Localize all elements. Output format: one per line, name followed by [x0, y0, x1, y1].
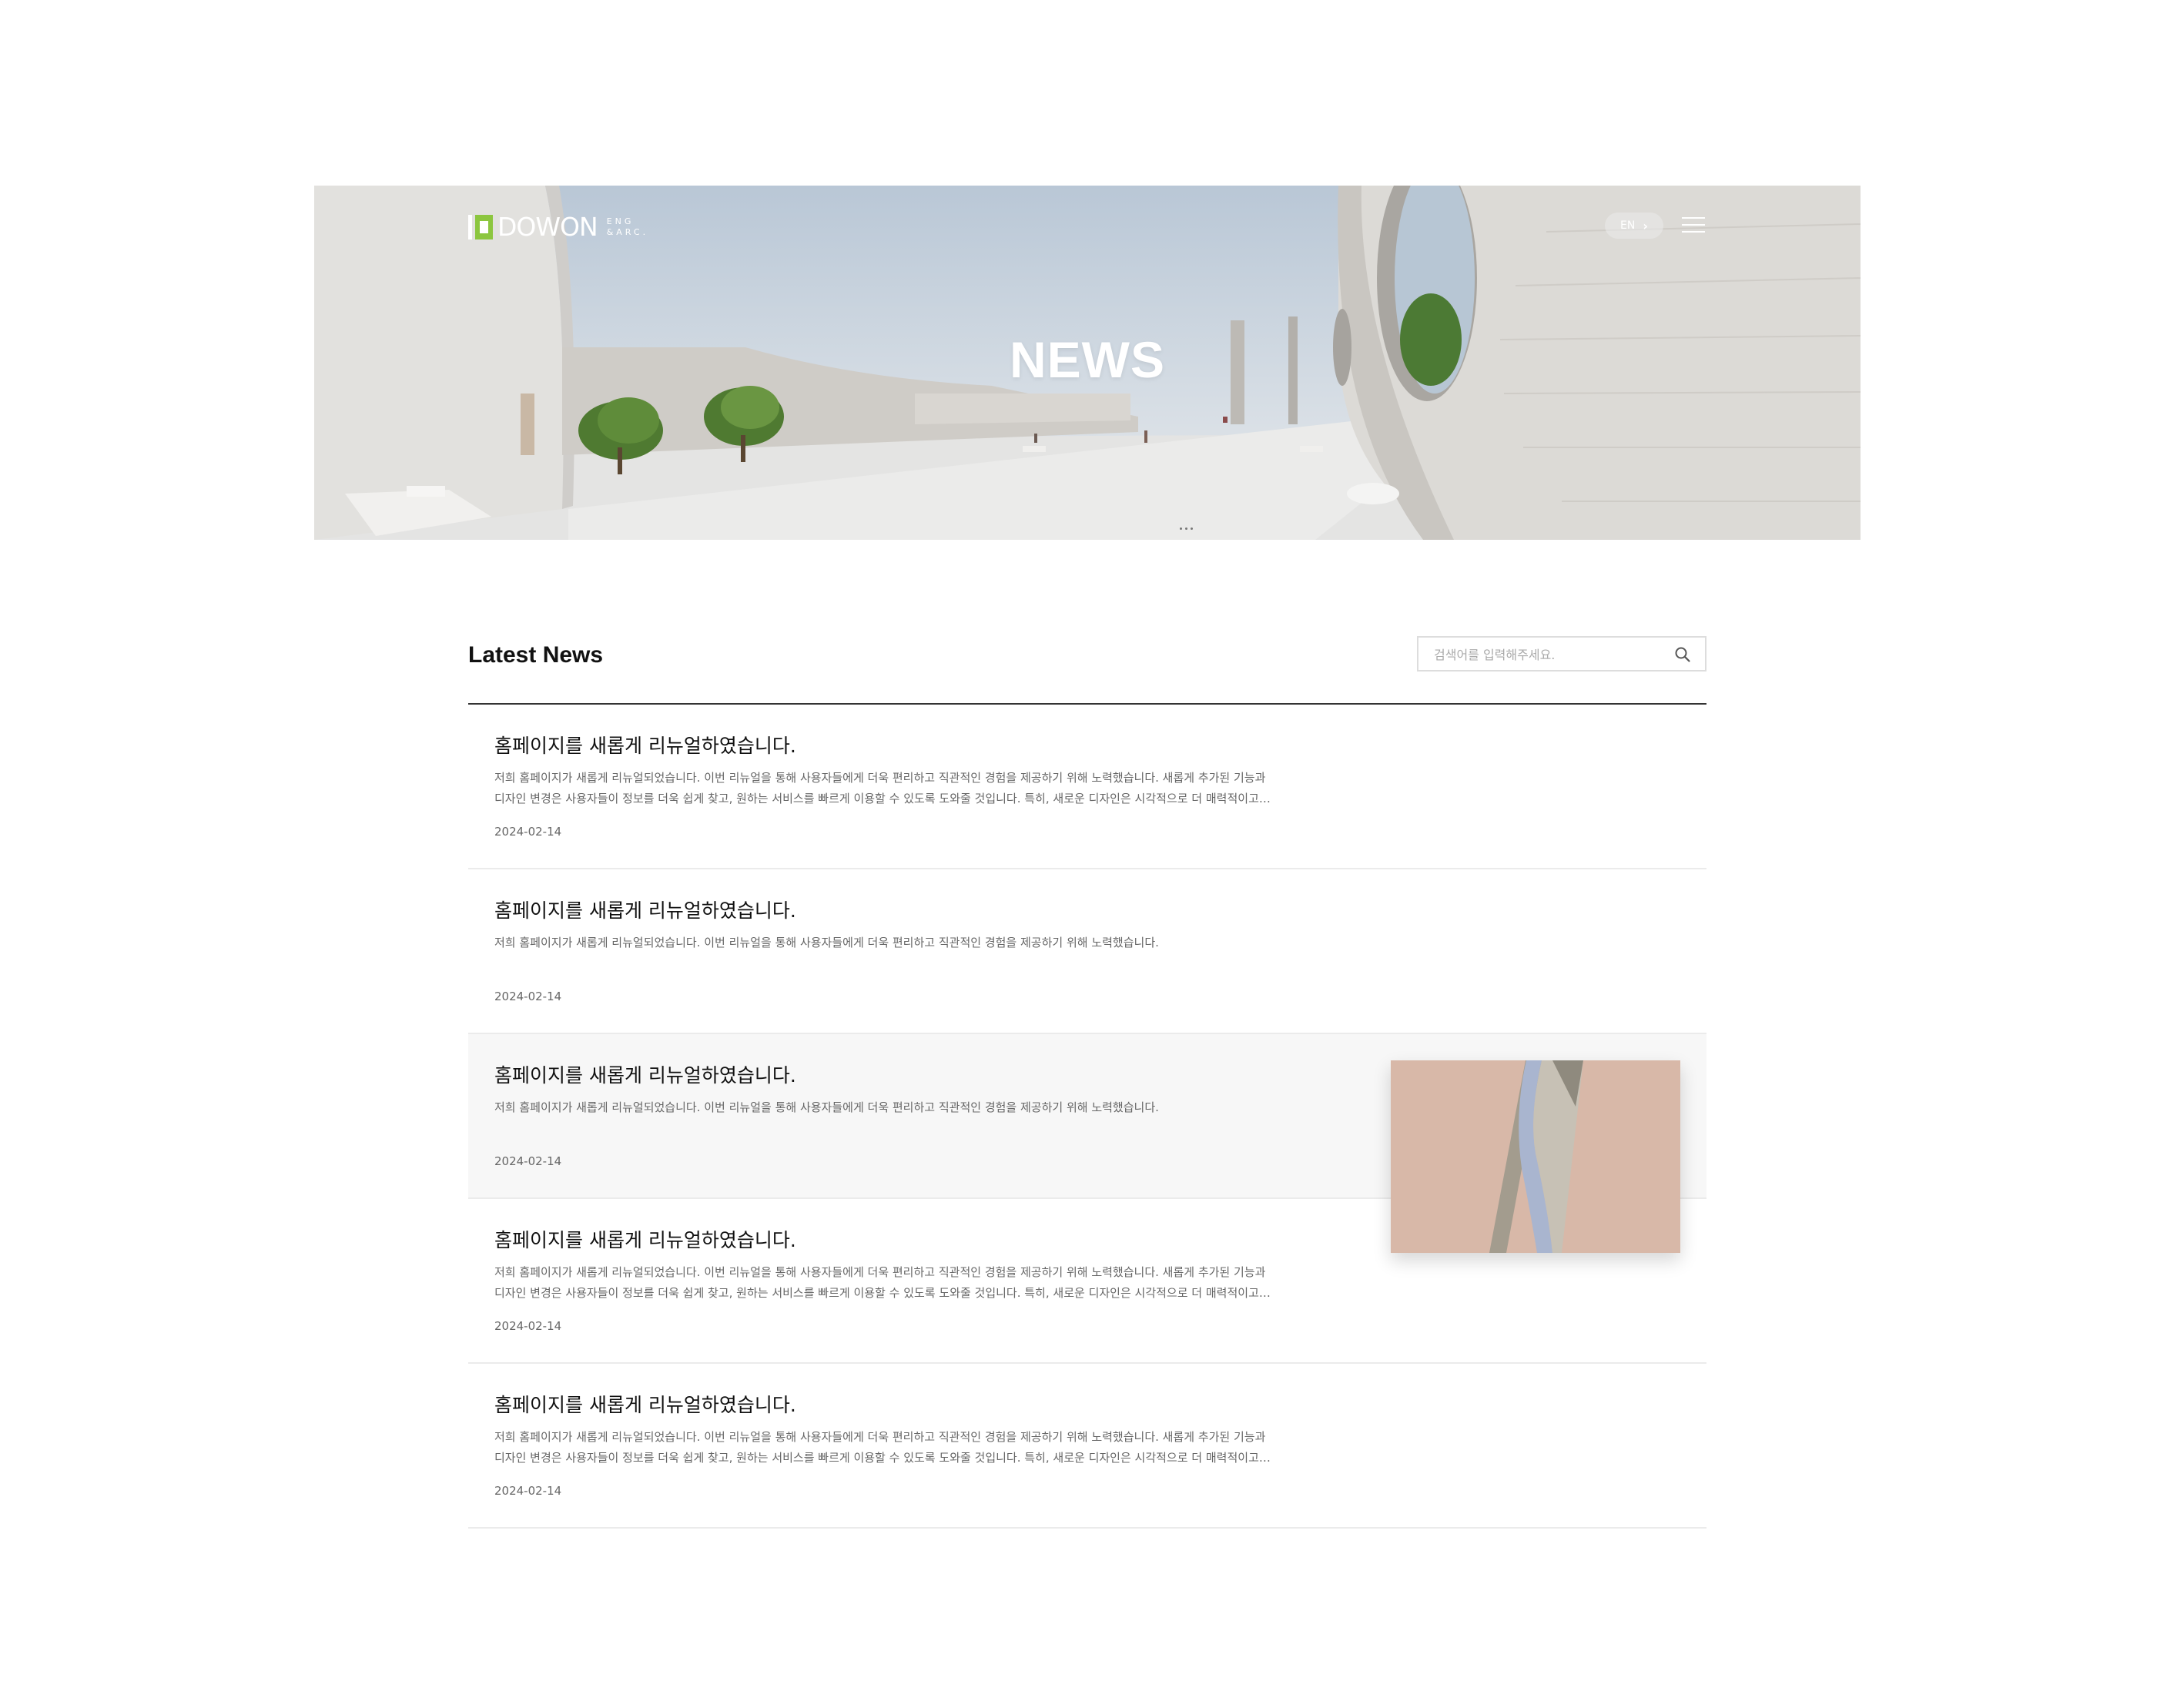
news-item[interactable]: 홈페이지를 새롭게 리뉴얼하였습니다. 저희 홈페이지가 새롭게 리뉴얼되었습니…	[468, 869, 1706, 1034]
news-date: 2024-02-14	[494, 825, 562, 839]
carousel-dots	[1180, 527, 1193, 530]
logo-text: DOWON	[497, 212, 598, 242]
language-switch-button[interactable]: EN ›	[1605, 213, 1663, 239]
carousel-dot[interactable]	[1185, 527, 1187, 530]
news-excerpt-line: 저희 홈페이지가 새롭게 리뉴얼되었습니다. 이번 리뉴얼을 통해 사용자들에게…	[494, 936, 1159, 949]
news-excerpt-line: 저희 홈페이지가 새롭게 리뉴얼되었습니다. 이번 리뉴얼을 통해 사용자들에게…	[494, 1265, 1266, 1279]
hamburger-menu-icon[interactable]	[1682, 217, 1705, 234]
chevron-right-icon: ›	[1643, 218, 1648, 233]
news-excerpt: 저희 홈페이지가 새롭게 리뉴얼되었습니다. 이번 리뉴얼을 통해 사용자들에게…	[494, 933, 1272, 953]
news-title[interactable]: 홈페이지를 새롭게 리뉴얼하였습니다.	[494, 1225, 796, 1253]
news-item[interactable]: 홈페이지를 새롭게 리뉴얼하였습니다. 저희 홈페이지가 새롭게 리뉴얼되었습니…	[468, 1364, 1706, 1529]
logo-subtext: ENG &ARC.	[607, 216, 648, 238]
search-box	[1417, 636, 1706, 671]
carousel-dot[interactable]	[1180, 527, 1182, 530]
news-title[interactable]: 홈페이지를 새롭게 리뉴얼하였습니다.	[494, 896, 796, 923]
news-date: 2024-02-14	[494, 1319, 562, 1333]
architecture-photo	[1391, 1060, 1680, 1253]
news-title[interactable]: 홈페이지를 새롭게 리뉴얼하였습니다.	[494, 1060, 796, 1088]
logo-subtext-line1: ENG	[606, 216, 635, 226]
news-date: 2024-02-14	[494, 1154, 562, 1168]
logo-mark-icon	[468, 214, 493, 239]
news-date: 2024-02-14	[494, 1484, 562, 1498]
language-label: EN	[1620, 219, 1636, 232]
news-excerpt: 저희 홈페이지가 새롭게 리뉴얼되었습니다. 이번 리뉴얼을 통해 사용자들에게…	[494, 1262, 1272, 1304]
news-excerpt-line: 디자인 변경은 사용자들이 정보를 더욱 쉽게 찾고, 원하는 서비스를 빠르게…	[494, 1451, 1272, 1465]
news-excerpt-line: 저희 홈페이지가 새롭게 리뉴얼되었습니다. 이번 리뉴얼을 통해 사용자들에게…	[494, 1100, 1159, 1114]
news-date: 2024-02-14	[494, 990, 562, 1003]
page-title: NEWS	[1010, 331, 1165, 388]
news-item[interactable]: 홈페이지를 새롭게 리뉴얼하였습니다. 저희 홈페이지가 새롭게 리뉴얼되었습니…	[468, 705, 1706, 869]
section-title: Latest News	[468, 642, 604, 668]
news-thumbnail-image	[1391, 1060, 1680, 1253]
news-title[interactable]: 홈페이지를 새롭게 리뉴얼하였습니다.	[494, 731, 796, 759]
carousel-dot[interactable]	[1191, 527, 1193, 530]
logo-subtext-line2: &ARC.	[606, 226, 649, 237]
news-excerpt: 저희 홈페이지가 새롭게 리뉴얼되었습니다. 이번 리뉴얼을 통해 사용자들에게…	[494, 768, 1272, 809]
hero-banner: DOWON ENG &ARC. EN › NEWS	[314, 186, 1861, 540]
search-icon[interactable]	[1674, 646, 1691, 663]
news-excerpt: 저희 홈페이지가 새롭게 리뉴얼되었습니다. 이번 리뉴얼을 통해 사용자들에게…	[494, 1427, 1272, 1469]
news-title[interactable]: 홈페이지를 새롭게 리뉴얼하였습니다.	[494, 1390, 796, 1418]
search-input[interactable]	[1432, 638, 1666, 671]
logo[interactable]: DOWON ENG &ARC.	[468, 214, 648, 239]
news-excerpt: 저희 홈페이지가 새롭게 리뉴얼되었습니다. 이번 리뉴얼을 통해 사용자들에게…	[494, 1097, 1272, 1118]
news-excerpt-line: 저희 홈페이지가 새롭게 리뉴얼되었습니다. 이번 리뉴얼을 통해 사용자들에게…	[494, 771, 1266, 785]
news-excerpt-line: 디자인 변경은 사용자들이 정보를 더욱 쉽게 찾고, 원하는 서비스를 빠르게…	[494, 1286, 1272, 1300]
news-excerpt-line: 저희 홈페이지가 새롭게 리뉴얼되었습니다. 이번 리뉴얼을 통해 사용자들에게…	[494, 1430, 1266, 1444]
news-excerpt-line: 디자인 변경은 사용자들이 정보를 더욱 쉽게 찾고, 원하는 서비스를 빠르게…	[494, 792, 1272, 805]
